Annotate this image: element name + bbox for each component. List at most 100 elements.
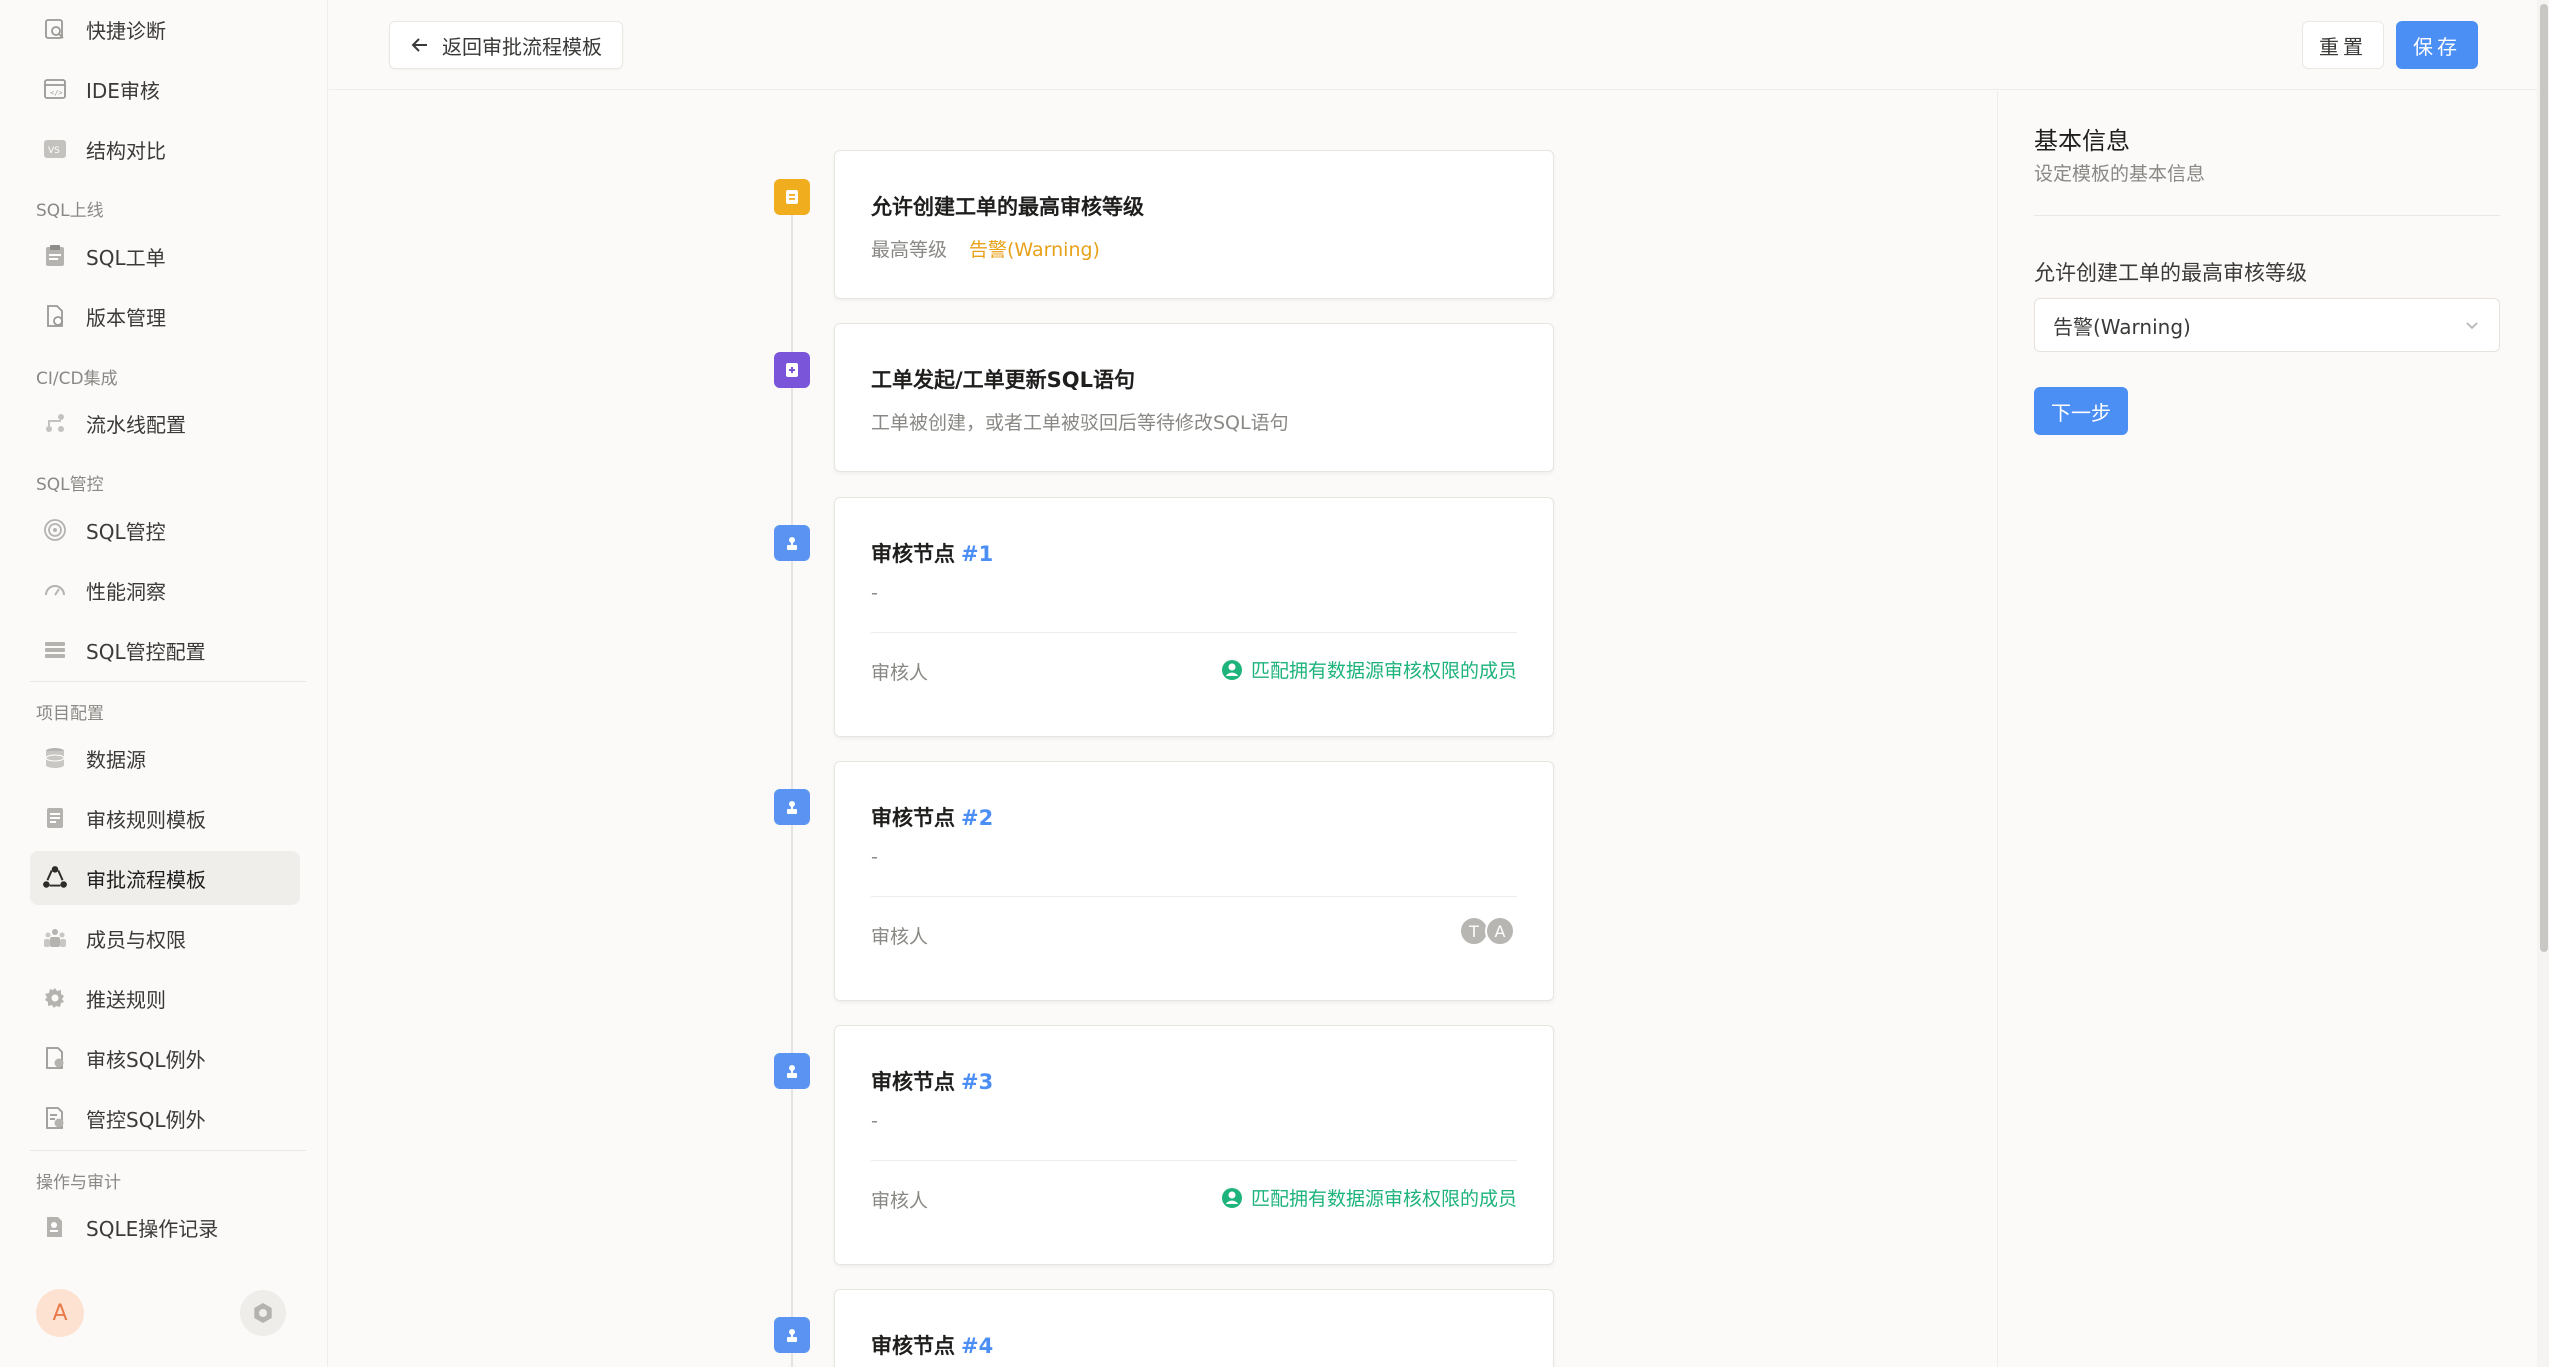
review-node-card-3[interactable]: 审核节点 #3 - 审核人 匹配拥有数据源审核权限的成员 bbox=[834, 1025, 1554, 1265]
reviewer-avatar[interactable]: A bbox=[1485, 916, 1515, 946]
sidebar-item-control-sql-exception[interactable]: 管控SQL例外 bbox=[30, 1091, 300, 1145]
review-node-title-text: 审核节点 bbox=[871, 1334, 955, 1358]
gear-icon bbox=[42, 985, 68, 1011]
fingerprint-icon bbox=[42, 517, 68, 543]
reset-button[interactable]: 重置 bbox=[2302, 21, 2384, 69]
max-level-label: 允许创建工单的最高审核等级 bbox=[2034, 261, 2307, 285]
submit-icon bbox=[774, 352, 810, 388]
sidebar-item-label: SQLE操作记录 bbox=[86, 1216, 219, 1241]
sidebar-item-label: 管控SQL例外 bbox=[86, 1107, 206, 1132]
sidebar-item-label: 版本管理 bbox=[86, 305, 166, 330]
diagnosis-icon bbox=[42, 16, 68, 42]
svg-text:VS: VS bbox=[48, 146, 60, 156]
settings-button[interactable] bbox=[240, 1290, 286, 1336]
sidebar-group-project-config: 项目配置 bbox=[36, 704, 104, 724]
control-exception-icon bbox=[42, 1105, 68, 1131]
review-node-icon bbox=[774, 1317, 810, 1353]
review-node-title-text: 审核节点 bbox=[871, 806, 955, 830]
members-icon bbox=[42, 925, 68, 951]
reviewer-label: 审核人 bbox=[871, 926, 929, 948]
sidebar: 快捷诊断 </> IDE审核 VS 结构对比 SQL上线 SQL工单 版本管理 … bbox=[0, 0, 328, 1367]
review-node-card-4[interactable]: 审核节点 #4 bbox=[834, 1289, 1554, 1367]
operation-record-icon bbox=[42, 1214, 68, 1240]
sidebar-item-label: 流水线配置 bbox=[86, 412, 186, 437]
sidebar-item-quick-diagnosis[interactable]: 快捷诊断 bbox=[30, 2, 300, 56]
review-node-title: 审核节点 #2 bbox=[871, 802, 993, 832]
right-panel: 基本信息 设定模板的基本信息 允许创建工单的最高审核等级 告警(Warning)… bbox=[1997, 91, 2537, 1367]
review-node-icon bbox=[774, 789, 810, 825]
panel-divider bbox=[2034, 215, 2500, 216]
sidebar-item-operation-record[interactable]: SQLE操作记录 bbox=[30, 1200, 300, 1254]
max-level-select[interactable]: 告警(Warning) bbox=[2034, 298, 2500, 352]
level-card-info: 最高等级 告警(Warning) bbox=[871, 235, 1100, 262]
sidebar-item-sql-control-config[interactable]: SQL管控配置 bbox=[30, 623, 300, 677]
sidebar-group-ops-audit: 操作与审计 bbox=[36, 1173, 121, 1193]
reviewer-value: 匹配拥有数据源审核权限的成员 bbox=[1221, 656, 1517, 683]
user-circle-icon bbox=[1221, 659, 1243, 681]
review-node-number: #1 bbox=[961, 542, 994, 566]
sidebar-item-members[interactable]: 成员与权限 bbox=[30, 911, 300, 965]
vs-compare-icon: VS bbox=[42, 136, 68, 162]
review-node-icon bbox=[774, 1053, 810, 1089]
reviewer-label: 审核人 bbox=[871, 1190, 929, 1212]
sidebar-item-performance[interactable]: 性能洞察 bbox=[30, 563, 300, 617]
review-node-title-text: 审核节点 bbox=[871, 542, 955, 566]
sidebar-item-label: 推送规则 bbox=[86, 987, 166, 1012]
sidebar-item-push-rules[interactable]: 推送规则 bbox=[30, 971, 300, 1025]
save-button[interactable]: 保存 bbox=[2396, 21, 2478, 69]
back-button[interactable]: 返回审批流程模板 bbox=[389, 21, 623, 69]
sidebar-item-label: 数据源 bbox=[86, 747, 146, 772]
review-node-title-text: 审核节点 bbox=[871, 1070, 955, 1094]
sidebar-group-sql-online: SQL上线 bbox=[36, 201, 104, 221]
next-step-button[interactable]: 下一步 bbox=[2034, 387, 2128, 435]
card-divider bbox=[871, 632, 1517, 633]
sidebar-item-label: SQL管控 bbox=[86, 519, 166, 544]
review-node-desc: - bbox=[871, 846, 878, 868]
sidebar-item-label: 审批流程模板 bbox=[86, 867, 206, 892]
settings-icon bbox=[251, 1301, 275, 1325]
review-node-card-1[interactable]: 审核节点 #1 - 审核人 匹配拥有数据源审核权限的成员 bbox=[834, 497, 1554, 737]
sidebar-item-structure-compare[interactable]: VS 结构对比 bbox=[30, 122, 300, 176]
review-node-card-2[interactable]: 审核节点 #2 - 审核人 T A bbox=[834, 761, 1554, 1001]
version-file-icon bbox=[42, 303, 68, 329]
sidebar-item-rule-template[interactable]: 审核规则模板 bbox=[30, 791, 300, 845]
sidebar-group-sql-control: SQL管控 bbox=[36, 475, 104, 495]
sidebar-divider bbox=[30, 1150, 306, 1151]
sidebar-item-ide-audit[interactable]: </> IDE审核 bbox=[30, 62, 300, 116]
audit-exception-icon bbox=[42, 1045, 68, 1071]
sidebar-item-sql-order[interactable]: SQL工单 bbox=[30, 229, 300, 283]
sidebar-item-version-manage[interactable]: 版本管理 bbox=[30, 289, 300, 343]
pipeline-icon bbox=[42, 410, 68, 436]
review-node-icon bbox=[774, 525, 810, 561]
scrollbar-thumb[interactable] bbox=[2540, 4, 2548, 952]
review-node-title: 审核节点 #4 bbox=[871, 1330, 993, 1360]
clipboard-icon bbox=[42, 243, 68, 269]
sidebar-item-sql-control[interactable]: SQL管控 bbox=[30, 503, 300, 557]
svg-text:</>: </> bbox=[50, 89, 63, 97]
sidebar-item-pipeline[interactable]: 流水线配置 bbox=[30, 396, 300, 450]
sidebar-item-approval-template[interactable]: 审批流程模板 bbox=[30, 851, 300, 905]
submit-card[interactable]: 工单发起/工单更新SQL语句 工单被创建，或者工单被驳回后等待修改SQL语句 bbox=[834, 323, 1554, 472]
gauge-icon bbox=[42, 577, 68, 603]
user-avatar[interactable]: A bbox=[36, 1289, 84, 1337]
sidebar-item-label: SQL工单 bbox=[86, 245, 166, 270]
level-label: 最高等级 bbox=[871, 239, 948, 261]
card-divider bbox=[871, 896, 1517, 897]
review-node-number: #2 bbox=[961, 806, 994, 830]
sidebar-item-audit-sql-exception[interactable]: 审核SQL例外 bbox=[30, 1031, 300, 1085]
card-divider bbox=[871, 1160, 1517, 1161]
reviewer-avatars: T A bbox=[1459, 916, 1515, 946]
sidebar-item-datasource[interactable]: 数据源 bbox=[30, 731, 300, 785]
panel-subtitle: 设定模板的基本信息 bbox=[2034, 163, 2206, 185]
sidebar-item-label: 审核规则模板 bbox=[86, 807, 206, 832]
review-node-number: #4 bbox=[961, 1334, 994, 1358]
user-circle-icon bbox=[1221, 1187, 1243, 1209]
sidebar-item-label: 审核SQL例外 bbox=[86, 1047, 206, 1072]
sidebar-item-label: 性能洞察 bbox=[86, 579, 166, 604]
level-card[interactable]: 允许创建工单的最高审核等级 最高等级 告警(Warning) bbox=[834, 150, 1554, 299]
review-node-desc: - bbox=[871, 1110, 878, 1132]
warning-level-icon bbox=[774, 179, 810, 215]
max-level-select-value: 告警(Warning) bbox=[2053, 314, 2191, 339]
workflow-icon bbox=[42, 865, 68, 891]
review-node-desc: - bbox=[871, 582, 878, 604]
